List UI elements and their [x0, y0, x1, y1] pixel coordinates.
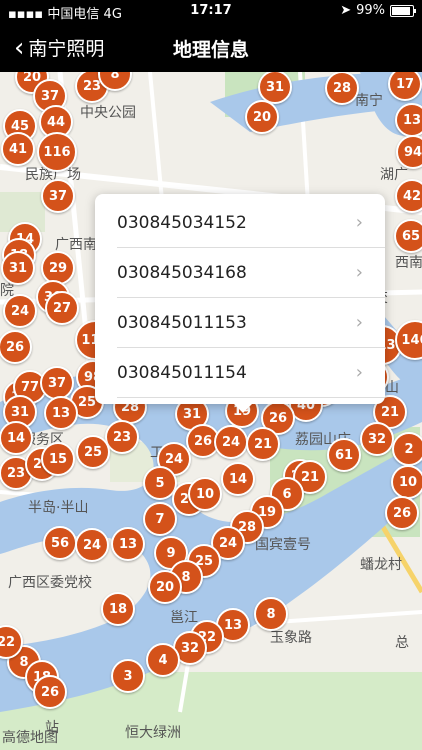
popup-item[interactable]: 030845034152 ›: [117, 198, 385, 248]
map-label: 中央公园: [80, 105, 136, 121]
cluster-marker[interactable]: 41: [1, 132, 35, 166]
cluster-marker[interactable]: 2: [392, 432, 422, 466]
map-label: 半岛·半山: [28, 500, 89, 516]
cluster-marker[interactable]: 20: [245, 100, 279, 134]
cluster-marker[interactable]: 3: [111, 659, 145, 693]
map-label: 南宁: [355, 93, 383, 109]
cluster-marker[interactable]: 37: [40, 366, 74, 400]
map-view[interactable]: 中央公园民族广场广西南院南宁湖广月交山荔园山庄服务区半岛·半山广西区委党校国宾壹…: [0, 72, 422, 750]
cluster-marker[interactable]: 26: [385, 496, 419, 530]
cluster-marker[interactable]: 7: [143, 502, 177, 536]
cluster-marker[interactable]: 24: [3, 294, 37, 328]
cluster-marker[interactable]: 31: [1, 251, 35, 285]
map-label: 邕江: [170, 610, 198, 626]
map-label: 西南: [395, 255, 422, 271]
cluster-marker[interactable]: 8: [254, 597, 288, 631]
chevron-right-icon: ›: [355, 362, 363, 383]
map-label: 广西区委党校: [8, 575, 92, 591]
cluster-marker[interactable]: 13: [111, 527, 145, 561]
cluster-marker[interactable]: 15: [41, 442, 75, 476]
cluster-marker[interactable]: 14: [0, 421, 33, 455]
cluster-marker[interactable]: 61: [327, 438, 361, 472]
lamp-id: 030845034168: [117, 262, 247, 283]
cluster-marker[interactable]: 28: [325, 72, 359, 105]
cluster-marker[interactable]: 116: [37, 132, 77, 172]
cluster-marker[interactable]: 10: [188, 477, 222, 511]
lamp-id: 030845034152: [117, 212, 247, 233]
lamp-id: 030845011153: [117, 312, 247, 333]
lamp-id: 030845011154: [117, 362, 247, 383]
nav-bar: ‹ 南宁照明 地理信息: [0, 22, 422, 72]
cluster-marker[interactable]: 10: [391, 465, 422, 499]
map-label: 国宾壹号: [255, 537, 311, 553]
cluster-marker[interactable]: 4: [146, 643, 180, 677]
status-right: ➤ 99%: [340, 3, 416, 18]
map-label: 高德地图: [2, 730, 58, 746]
cluster-marker[interactable]: 37: [41, 179, 75, 213]
map-label: 总: [395, 635, 409, 651]
cluster-marker[interactable]: 24: [214, 425, 248, 459]
cluster-marker[interactable]: 42: [395, 179, 422, 213]
cluster-marker[interactable]: 21: [246, 427, 280, 461]
battery-icon: [390, 4, 416, 17]
cluster-marker[interactable]: 20: [148, 570, 182, 604]
cluster-marker[interactable]: 26: [33, 675, 67, 709]
popup-item[interactable]: 030845034168 ›: [117, 248, 385, 298]
cluster-marker[interactable]: 94: [396, 135, 422, 169]
cluster-marker[interactable]: 24: [75, 528, 109, 562]
popup-item[interactable]: 030845011154 ›: [117, 348, 385, 398]
location-icon: ➤: [340, 3, 352, 18]
battery-percent: 99%: [356, 3, 385, 18]
cluster-marker[interactable]: 25: [76, 435, 110, 469]
chevron-right-icon: ›: [355, 212, 363, 233]
page-title: 地理信息: [172, 39, 249, 61]
cluster-marker[interactable]: 56: [43, 526, 77, 560]
cluster-marker[interactable]: 23: [105, 420, 139, 454]
map-label: 蟠龙村: [360, 557, 402, 573]
chevron-right-icon: ›: [355, 262, 363, 283]
status-bar: ▪▪▪▪ 中国电信 4G 17:17 ➤ 99%: [0, 0, 422, 22]
cluster-marker[interactable]: 13: [44, 396, 78, 430]
cluster-marker[interactable]: 13: [395, 103, 422, 137]
cluster-marker[interactable]: 32: [360, 422, 394, 456]
cluster-marker[interactable]: 14: [221, 462, 255, 496]
chevron-right-icon: ›: [355, 312, 363, 333]
map-label: 恒大绿洲: [125, 725, 181, 741]
popup-item[interactable]: 030845011153 ›: [117, 298, 385, 348]
lamp-list-popup: 030845034152 › 030845034168 › 0308450111…: [95, 194, 385, 413]
cluster-marker[interactable]: 27: [45, 291, 79, 325]
cluster-marker[interactable]: 18: [101, 592, 135, 626]
cluster-marker[interactable]: 65: [394, 219, 422, 253]
